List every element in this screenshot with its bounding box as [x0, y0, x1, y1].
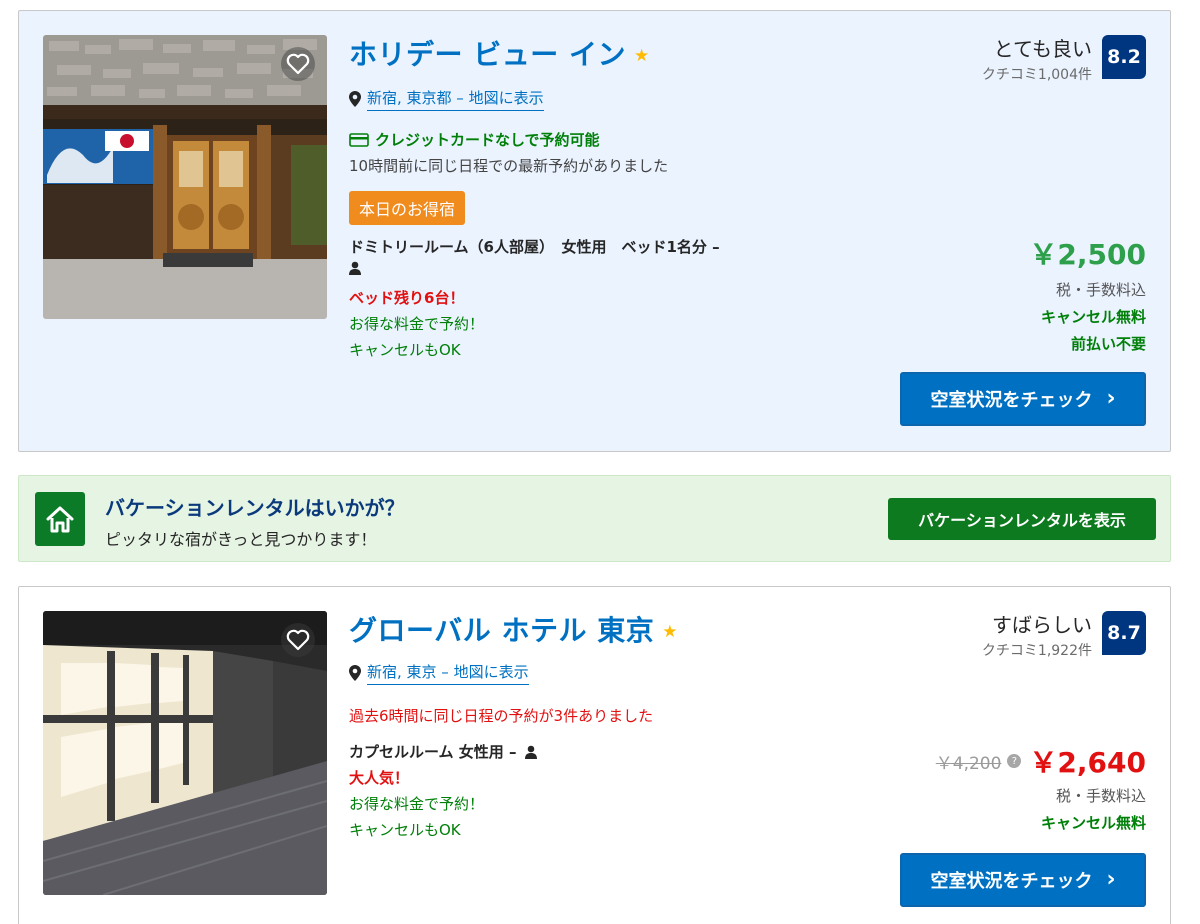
help-icon[interactable]: ?	[1007, 754, 1022, 768]
vacation-rental-title: バケーションレンタルはいかが？	[105, 496, 405, 520]
credit-card-icon	[349, 132, 369, 147]
house-icon	[35, 492, 85, 546]
hotel-name-text[interactable]: ホリデー ビュー イン	[349, 38, 626, 71]
star-icon: ★	[662, 622, 678, 642]
price-block: ￥4,200 ? ￥2,640 税・手数料込 キャンセル無料	[936, 741, 1146, 833]
room-type-row: カプセルルーム 女性用 –	[349, 741, 537, 762]
price-block: ￥2,500 税・手数料込 キャンセル無料 前払い不要	[1029, 233, 1146, 354]
review-word: とても良い	[993, 37, 1092, 61]
check-availability-label: 空室状況をチェック	[930, 390, 1093, 411]
hotel-name[interactable]: ホリデー ビュー イン ★	[349, 33, 650, 73]
check-availability-label: 空室状況をチェック	[930, 871, 1093, 892]
hotel-entrance-image	[43, 35, 327, 319]
review-word: すばらしい	[992, 613, 1092, 637]
hotel-name-text[interactable]: グローバル ホテル 東京	[349, 614, 654, 647]
show-vacation-rentals-button[interactable]: バケーションレンタルを表示	[888, 498, 1156, 540]
chevron-right-icon: ›	[1106, 867, 1116, 892]
room-type-text: カプセルルーム 女性用 –	[349, 743, 517, 761]
recent-booking-text: 過去6時間に同じ日程の予約が3件ありました	[349, 707, 654, 725]
review-score-block[interactable]: とても良い クチコミ1,004件 8.2	[982, 33, 1146, 84]
tax-note: 税・手数料込	[1055, 787, 1146, 805]
cancel-ok-text: キャンセルもOK	[349, 341, 461, 359]
room-type-text: ドミトリールーム（6人部屋） 女性用 ベッド1名分 –	[349, 238, 720, 256]
chevron-right-icon: ›	[1106, 386, 1116, 411]
check-availability-button[interactable]: 空室状況をチェック ›	[900, 372, 1146, 426]
price: ￥2,500	[1029, 238, 1146, 271]
favorite-heart-icon[interactable]	[281, 47, 315, 81]
scarcity-text: ベッド残り6台！	[349, 289, 465, 307]
hotel-name[interactable]: グローバル ホテル 東京 ★	[349, 609, 678, 649]
guest-icon	[524, 745, 537, 759]
location-row: 新宿, 東京都 – 地図に表示	[349, 87, 544, 111]
star-icon: ★	[634, 46, 650, 66]
location-row: 新宿, 東京 – 地図に表示	[349, 661, 529, 685]
favorite-heart-icon[interactable]	[281, 623, 315, 657]
review-score-badge: 8.2	[1102, 35, 1146, 79]
check-availability-button[interactable]: 空室状況をチェック ›	[900, 853, 1146, 907]
no-credit-card-text: クレジットカードなしで予約可能	[375, 131, 600, 149]
no-prepay-text: 前払い不要	[1070, 335, 1146, 353]
recent-booking-text: 10時間前に同じ日程での最新予約がありました	[349, 157, 669, 175]
capsule-interior-image	[43, 611, 327, 895]
hotel-photo[interactable]	[43, 611, 327, 895]
map-pin-icon	[349, 665, 361, 681]
location-map-link[interactable]: 新宿, 東京都 – 地図に表示	[367, 87, 544, 111]
price: ￥2,640	[1029, 746, 1146, 779]
promo-text: お得な料金で予約！	[349, 795, 485, 813]
free-cancel-text: キャンセル無料	[1040, 814, 1146, 832]
review-score-badge: 8.7	[1102, 611, 1146, 655]
cancel-ok-text: キャンセルもOK	[349, 821, 461, 839]
no-credit-card-row: クレジットカードなしで予約可能	[349, 129, 600, 150]
hotel-card: ホリデー ビュー イン ★ 新宿, 東京都 – 地図に表示 クレジットカードなしで…	[18, 10, 1171, 452]
hotel-card: グローバル ホテル 東京 ★ 新宿, 東京 – 地図に表示 過去6時間に同じ日程の…	[18, 586, 1171, 924]
review-count: クチコミ1,004件	[981, 67, 1092, 83]
promo-text: お得な料金で予約！	[349, 315, 485, 333]
deal-badge: 本日のお得宿	[349, 191, 466, 225]
review-count: クチコミ1,922件	[981, 643, 1092, 659]
review-score-block[interactable]: すばらしい クチコミ1,922件 8.7	[982, 609, 1146, 660]
guest-icon	[349, 261, 361, 279]
original-price: ￥4,200	[935, 753, 1002, 774]
location-map-link[interactable]: 新宿, 東京 – 地図に表示	[367, 661, 529, 685]
hotel-photo[interactable]	[43, 35, 327, 319]
free-cancel-text: キャンセル無料	[1040, 308, 1146, 326]
map-pin-icon	[349, 91, 361, 107]
tax-note: 税・手数料込	[1055, 281, 1146, 299]
popular-text: 大人気！	[349, 769, 410, 787]
price-row: ￥4,200 ? ￥2,640	[936, 741, 1146, 781]
vacation-rental-subtitle: ピッタリな宿がきっと見つかります！	[105, 530, 377, 549]
vacation-rental-banner: バケーションレンタルはいかが？ ピッタリな宿がきっと見つかります！ バケーション…	[18, 475, 1171, 562]
